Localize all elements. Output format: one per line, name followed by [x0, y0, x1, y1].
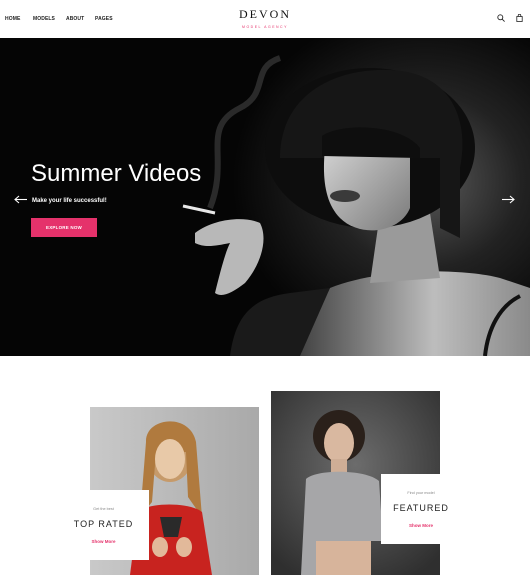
hero-photo — [0, 38, 530, 356]
shopping-bag-icon[interactable] — [516, 14, 523, 22]
arrow-left-icon[interactable] — [14, 195, 28, 204]
logo-text: DEVON — [239, 7, 291, 21]
logo-tagline: MODEL AGENCY — [242, 25, 288, 29]
hero-title: Summer Videos — [31, 160, 202, 187]
card-eyebrow: Get the best — [93, 507, 114, 511]
card-title: FEATURED — [393, 503, 449, 513]
show-more-link[interactable]: Show More — [58, 539, 149, 544]
arrow-right-icon[interactable] — [501, 195, 515, 204]
card-eyebrow: Find your model — [407, 491, 435, 495]
page: HOME MODELS ABOUT PAGES DEVON MODEL AGEN… — [0, 0, 530, 575]
hero-subtitle: Make your life successful! — [32, 198, 107, 204]
explore-now-button[interactable]: EXPLORE NOW — [31, 218, 97, 237]
card-title: TOP RATED — [73, 519, 134, 529]
site-logo[interactable]: DEVON MODEL AGENCY — [0, 7, 530, 29]
search-icon[interactable] — [497, 14, 505, 22]
hero-slider: Summer Videos Make your life successful!… — [0, 38, 530, 356]
featured-card: Find your model FEATURED Show More — [381, 474, 461, 544]
site-header: HOME MODELS ABOUT PAGES DEVON MODEL AGEN… — [0, 0, 530, 38]
top-rated-card: Get the best TOP RATED Show More — [58, 490, 149, 560]
show-more-link[interactable]: Show More — [381, 523, 461, 528]
